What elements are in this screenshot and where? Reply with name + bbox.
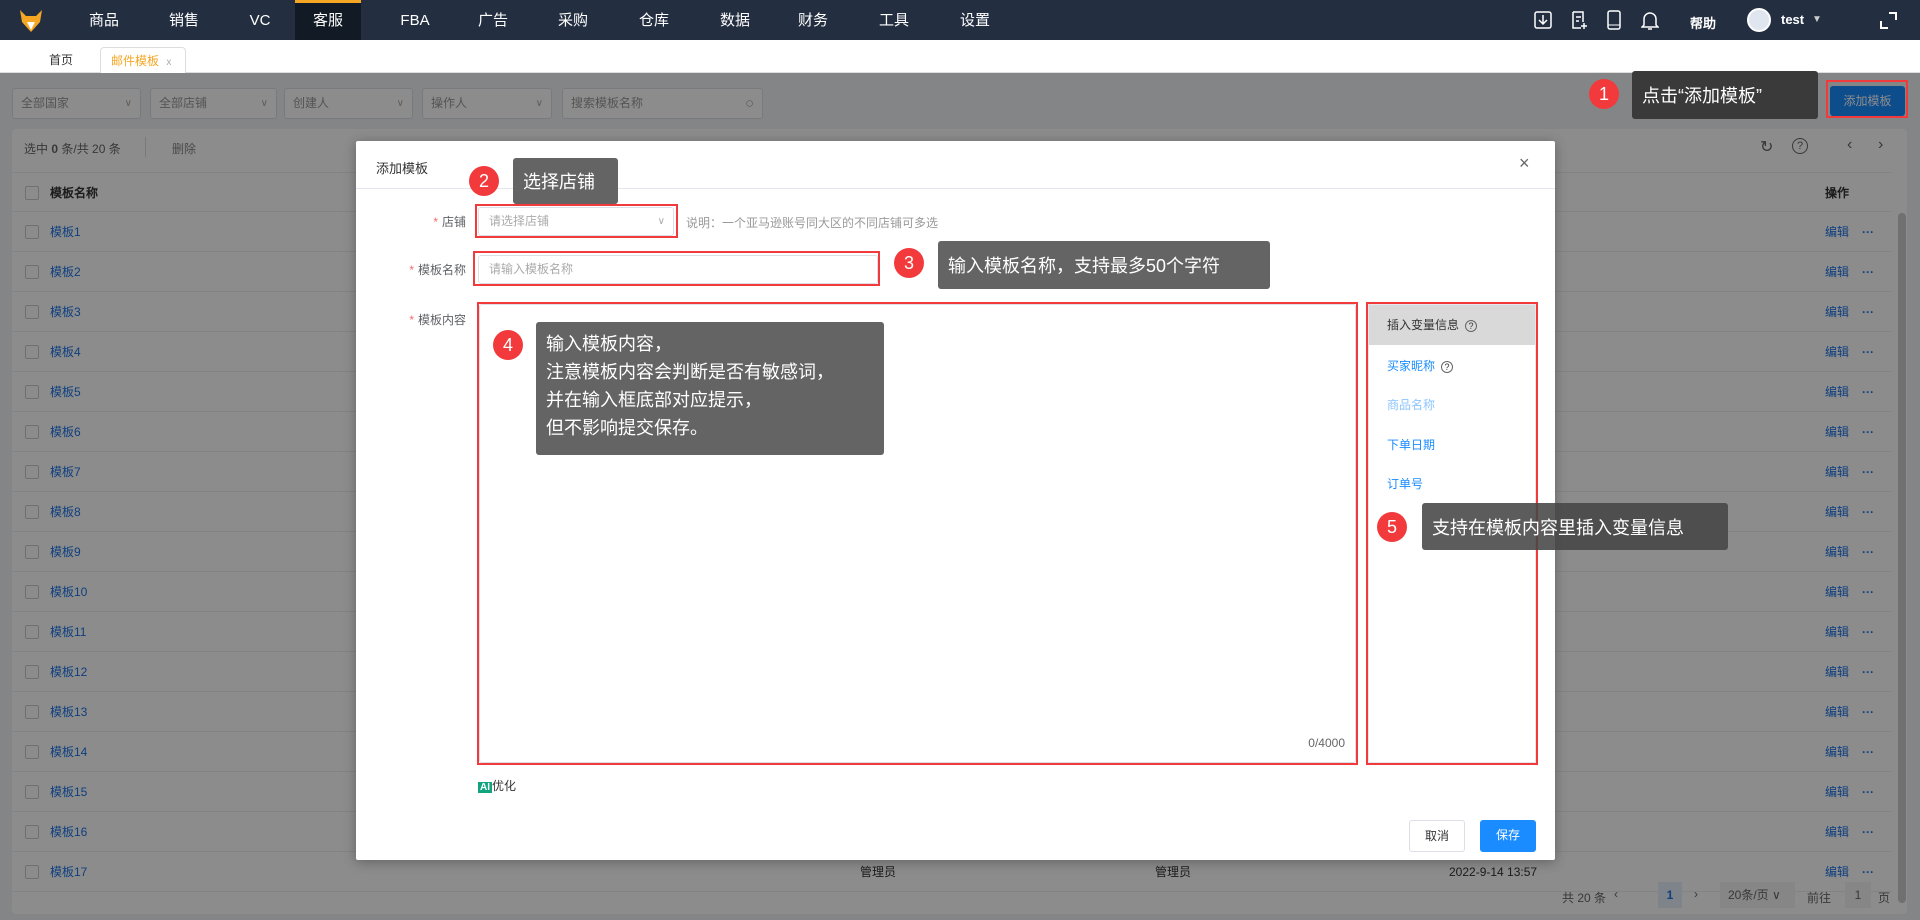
help-link[interactable]: 帮助: [1690, 13, 1716, 32]
highlight-shop-select: [475, 204, 678, 238]
annotation-number-5: 5: [1377, 512, 1407, 542]
nav-item[interactable]: 仓库: [621, 0, 687, 40]
annotation-text-4-line: 但不影响提交保存。: [546, 418, 708, 438]
nav-item[interactable]: 设置: [942, 0, 1008, 40]
annotation-number-3: 3: [894, 248, 924, 278]
ai-optimize-button[interactable]: AI 优化: [478, 777, 516, 794]
nav-item[interactable]: 数据: [702, 0, 768, 40]
dialog-title: 添加模板: [376, 161, 429, 176]
annotation-number-4: 4: [493, 330, 523, 360]
nav-item[interactable]: 采购: [540, 0, 606, 40]
shop-label: * 店铺: [433, 215, 466, 229]
annotation-callout-5: 支持在模板内容里插入变量信息: [1422, 503, 1728, 550]
tab-home[interactable]: 首页: [49, 47, 73, 73]
nav-item[interactable]: 广告: [460, 0, 526, 40]
nav-item[interactable]: 工具: [861, 0, 927, 40]
tab-close-icon[interactable]: x: [166, 57, 171, 68]
content-label-text: 模板内容: [417, 313, 466, 327]
annotation-text-2: 选择店铺: [523, 172, 595, 192]
shop-label-text: 店铺: [441, 215, 466, 229]
fullscreen-icon[interactable]: [1880, 12, 1897, 29]
nav-item[interactable]: 财务: [780, 0, 846, 40]
annotation-text-1: 点击“添加模板”: [1642, 86, 1762, 106]
tab-bar: 首页 邮件模板 x: [0, 40, 1920, 73]
nav-item[interactable]: 商品: [71, 0, 137, 40]
nav-item[interactable]: FBA: [382, 0, 448, 40]
annotation-text-4-line: 并在输入框底部对应提示，: [546, 390, 762, 410]
user-dropdown-icon[interactable]: ▼: [1812, 14, 1822, 25]
mobile-icon[interactable]: [1606, 10, 1622, 30]
tab-label: 邮件模板: [111, 54, 160, 68]
ai-label: 优化: [492, 779, 517, 793]
top-navbar: 商品 销售 VC 客服 FBA 广告 采购 仓库 数据 财务 工具 设置 帮助 test ▼: [0, 0, 1920, 40]
nav-item[interactable]: 客服: [295, 0, 361, 40]
highlight-name-input: [473, 251, 880, 286]
annotation-number-1: 1: [1589, 79, 1619, 109]
logo-icon[interactable]: [18, 8, 44, 34]
annotation-number-2: 2: [469, 166, 499, 196]
cancel-button[interactable]: 取消: [1409, 820, 1465, 852]
annotation-text-5: 支持在模板内容里插入变量信息: [1432, 517, 1684, 538]
new-document-icon[interactable]: [1570, 11, 1588, 29]
close-icon[interactable]: ×: [1519, 153, 1530, 174]
ai-icon: AI: [478, 782, 492, 793]
annotation-text-4-line: 输入模板内容，: [546, 334, 672, 354]
annotation-text-4-line: 注意模板内容会判断是否有敏感词，: [546, 362, 834, 382]
annotation-callout-2: 选择店铺: [513, 158, 618, 204]
nav-item[interactable]: VC: [227, 0, 293, 40]
content-label: * 模板内容: [409, 313, 466, 327]
annotation-callout-1: 点击“添加模板”: [1632, 71, 1818, 119]
shop-note: 说明：一个亚马逊账号同大区的不同店铺可多选: [686, 216, 939, 230]
annotation-callout-4: 输入模板内容， 注意模板内容会判断是否有敏感词， 并在输入框底部对应提示， 但不…: [536, 322, 884, 455]
name-label: * 模板名称: [409, 263, 466, 277]
bell-icon[interactable]: [1641, 10, 1659, 30]
tab-mail-template[interactable]: 邮件模板 x: [100, 47, 186, 73]
download-icon[interactable]: [1534, 11, 1552, 29]
avatar[interactable]: [1747, 8, 1771, 32]
user-name[interactable]: test: [1781, 12, 1804, 27]
save-button[interactable]: 保存: [1480, 820, 1536, 852]
highlight-add-button: [1826, 80, 1908, 118]
nav-item[interactable]: 销售: [151, 0, 217, 40]
annotation-callout-3: 输入模板名称，支持最多50个字符: [938, 241, 1270, 289]
annotation-text-3: 输入模板名称，支持最多50个字符: [948, 256, 1221, 276]
name-label-text: 模板名称: [417, 263, 466, 277]
